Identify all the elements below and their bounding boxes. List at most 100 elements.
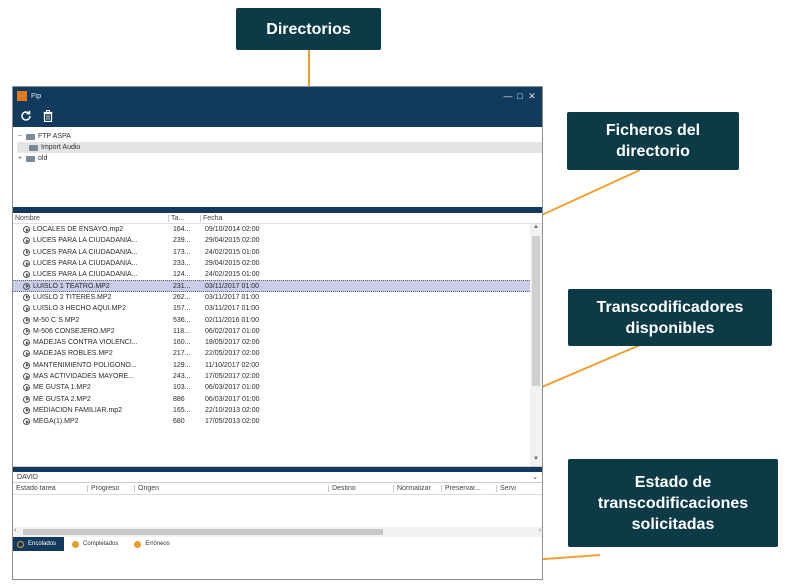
file-row[interactable]: LUISLO 2 TITERES.MP2 262... 03/11/2017 01:… [13,292,530,303]
column-normalizar[interactable]: Normalizar [393,485,441,492]
file-name: MEGA(1).MP2 [33,418,79,426]
file-size: 262... [173,293,191,301]
file-size: 118... [173,327,190,335]
tab-label: Erróneos [145,541,170,547]
file-name-cell: MAS ACTIVIDADES MAYORE... [13,373,170,380]
file-row[interactable]: LUCES PARA LA CIUDADANIA... 239... 29/04/2… [13,235,530,246]
tab-encolados[interactable]: Encolados [13,537,65,551]
minimize-button[interactable]: — [502,91,514,101]
tree-item-ftp-aspa[interactable]: − FTP ASPA [17,131,542,142]
audio-file-icon [23,339,30,347]
file-size: 164... [173,226,191,234]
scroll-right-icon[interactable]: › [539,527,541,534]
audio-file-icon [23,226,30,234]
file-name: LUCES PARA LA CIUDADANIA... [33,248,138,256]
scroll-up-icon[interactable]: ▲ [530,224,542,234]
file-name: MAS ACTIVIDADES MAYORE... [33,373,135,380]
file-date: 06/03/2017 01:00 [205,395,260,403]
column-servi[interactable]: Servi [496,485,536,492]
file-row[interactable]: LUCES PARA LA CIUDADANIA... 173... 24/02/2… [13,247,530,258]
column-tamano[interactable]: Ta... [168,214,200,222]
audio-file-icon [23,305,30,313]
file-name: MEDIACION FAMILIAR.mp2 [33,406,123,414]
chevron-down-icon[interactable]: ⌄ [532,473,538,481]
error-icon [134,540,142,548]
file-date: 18/05/2017 02:00 [205,339,260,347]
file-size: 157... [173,305,191,313]
file-row[interactable]: ME GUSTA 1.MP2 103... 06/03/2017 01:00 [13,382,530,393]
title-bar: Ftp — □ ✕ [13,87,542,105]
audio-file-icon [23,418,30,426]
file-row[interactable]: LUISLO 1 TEATRO.MP2 231... 03/11/2017 01:0… [13,280,530,292]
file-list-scrollbar[interactable]: ▲ ▼ [530,224,542,466]
file-name-cell: LUISLO 3 HECHO AQUI.MP2 [13,305,170,313]
tasks-hscrollbar[interactable]: ‹ › [13,527,542,537]
file-name-cell: M-50 C´S.MP2 [13,316,170,324]
scroll-left-icon[interactable]: ‹ [14,527,16,534]
column-origen[interactable]: Origen [134,485,328,492]
file-size: 233... [173,260,191,268]
tree-item-import-audio[interactable]: Import Audio [17,142,542,153]
file-row[interactable]: M-50 C´S.MP2 536... 02/11/2016 01:00 [13,314,530,325]
file-name-cell: LOCALES DE ENSAYO.mp2 [13,226,170,234]
file-row[interactable]: MANTENIMIENTO POLIGONO... 129... 11/10/201… [13,360,530,371]
scrollbar-thumb[interactable] [532,236,540,386]
file-date: 29/04/2015 02:00 [205,260,260,268]
file-date: 22/05/2017 02:00 [205,350,260,358]
callout-estado: Estado de transcodificaciones solicitada… [568,459,778,547]
audio-file-icon [23,248,30,256]
file-date: 24/02/2015 01:00 [205,271,260,279]
file-row[interactable]: LOCALES DE ENSAYO.mp2 164... 09/10/2014 02… [13,224,530,235]
file-name: M-506 CONSEJERO.MP2 [33,327,115,335]
audio-file-icon [23,327,30,335]
tree-item-old[interactable]: + old [17,153,542,164]
expand-toggle[interactable]: + [17,155,23,162]
maximize-button[interactable]: □ [514,91,526,101]
file-row[interactable]: M-506 CONSEJERO.MP2 118... 06/02/2017 01:0… [13,326,530,337]
file-row[interactable]: LUISLO 3 HECHO AQUI.MP2 157... 03/11/2017 … [13,303,530,314]
file-row[interactable]: MEGA(1).MP2 680 17/05/2013 02:00 [13,416,530,427]
status-tabs: Encolados Completados Erróneos [13,537,542,551]
column-estado-tarea[interactable]: Estado tarea [13,485,87,492]
file-row[interactable]: LUCES PARA LA CIUDADANIA... 233... 29/04/2… [13,258,530,269]
file-row[interactable]: MAS ACTIVIDADES MAYORE... 243... 17/05/201… [13,371,530,382]
callout-ficheros-text: Ficheros del directorio [605,122,701,160]
transcoder-select[interactable]: DAVID ⌄ [13,472,542,483]
file-size: 217... [173,350,191,358]
file-name: MADEJAS ROBLES.MP2 [33,350,113,358]
ftp-window: Ftp — □ ✕ − FTP ASPA Import Audio + old [12,86,543,580]
file-row[interactable]: LUCES PARA LA CIUDADANIA... 124... 24/02/2… [13,269,530,280]
column-preservar[interactable]: Preservar... [441,485,496,492]
file-name-cell: LUCES PARA LA CIUDADANIA... [13,237,170,245]
column-progreso[interactable]: Progreso [87,485,134,492]
file-date: 06/03/2017 01:00 [205,384,260,392]
file-row[interactable]: MEDIACION FAMILIAR.mp2 165... 22/10/2013 0… [13,405,530,416]
file-size: 886 [173,395,185,403]
trash-icon[interactable] [40,108,56,124]
file-row[interactable]: MADEJAS CONTRA VIOLENCI... 160... 18/05/20… [13,337,530,348]
column-nombre[interactable]: Nombre [13,215,168,222]
scroll-down-icon[interactable]: ▼ [530,456,542,466]
file-date: 29/04/2015 02:00 [205,237,260,245]
file-name: LUCES PARA LA CIUDADANIA... [33,260,138,268]
close-button[interactable]: ✕ [526,91,538,102]
refresh-icon[interactable] [18,108,34,124]
audio-file-icon [23,373,30,380]
file-name: LUCES PARA LA CIUDADANIA... [33,271,138,279]
file-date: 11/10/2017 02:00 [205,361,259,369]
column-destino[interactable]: Destino [328,485,393,492]
tab-erroneos[interactable]: Erróneos [130,537,177,551]
file-name-cell: LUISLO 1 TEATRO.MP2 [13,282,170,290]
collapse-toggle[interactable]: − [17,133,23,140]
tab-completados[interactable]: Completados [68,537,126,551]
file-name-cell: MANTENIMIENTO POLIGONO... [13,361,170,369]
file-name: MANTENIMIENTO POLIGONO... [33,361,137,369]
column-fecha[interactable]: Fecha [200,214,530,222]
scrollbar-thumb[interactable] [23,529,383,535]
file-name-cell: ME GUSTA 2.MP2 [13,395,170,403]
toolbar [13,105,542,127]
tab-label: Encolados [28,541,57,547]
file-row[interactable]: ME GUSTA 2.MP2 886 06/03/2017 01:00 [13,393,530,404]
file-name-cell: ME GUSTA 1.MP2 [13,384,170,392]
file-row[interactable]: MADEJAS ROBLES.MP2 217... 22/05/2017 02:00 [13,348,530,359]
